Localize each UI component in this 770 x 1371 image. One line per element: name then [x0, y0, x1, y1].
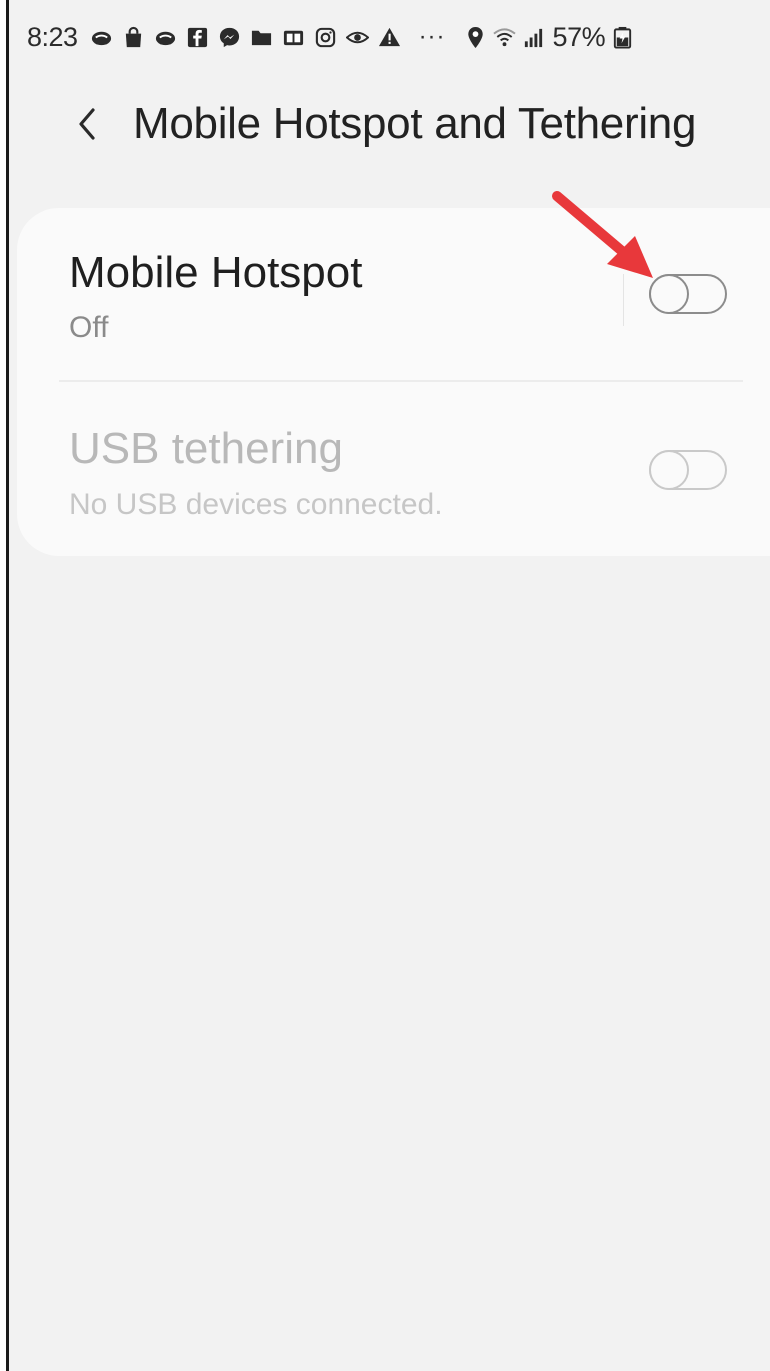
- row-separator: [623, 274, 624, 326]
- status-bar: 8:23 ··· 57%: [9, 0, 770, 74]
- toggle-knob: [649, 274, 689, 314]
- notification-icons: [90, 26, 401, 49]
- mobile-hotspot-toggle[interactable]: [649, 274, 727, 314]
- usb-tethering-status: No USB devices connected.: [69, 488, 443, 521]
- usb-tethering-toggle[interactable]: [649, 450, 727, 490]
- mobile-hotspot-status: Off: [69, 311, 109, 344]
- page-title: Mobile Hotspot and Tethering: [133, 99, 697, 148]
- chevron-left-icon: [79, 108, 95, 140]
- mobile-hotspot-title: Mobile Hotspot: [69, 248, 363, 297]
- warning-icon: [378, 26, 401, 49]
- mobile-hotspot-row[interactable]: Mobile Hotspot Off: [17, 208, 770, 380]
- video-icon: [282, 26, 305, 49]
- eye-icon: [345, 26, 369, 49]
- wifi-icon: [492, 26, 516, 49]
- folder-icon: [250, 26, 273, 49]
- facebook-icon: [186, 26, 209, 49]
- cloud-icon: [90, 26, 113, 49]
- instagram-icon: [314, 26, 337, 49]
- signal-icon: [522, 26, 545, 49]
- battery-icon: [611, 26, 634, 49]
- back-button[interactable]: [59, 96, 115, 152]
- more-notifications-indicator: ···: [418, 23, 446, 50]
- usb-tethering-title: USB tethering: [69, 424, 343, 473]
- status-time: 8:23: [27, 21, 78, 52]
- location-icon: [464, 26, 487, 49]
- header: Mobile Hotspot and Tethering: [9, 76, 770, 172]
- toggle-knob: [649, 450, 689, 490]
- battery-percent: 57%: [552, 21, 606, 52]
- system-icons: 57%: [464, 22, 635, 53]
- messenger-icon: [218, 26, 241, 49]
- phone-screen: 8:23 ··· 57% Mobile Hotspot and Tetherin…: [6, 0, 770, 1371]
- cloud-icon: [154, 26, 177, 49]
- settings-card: Mobile Hotspot Off USB tethering No USB …: [17, 208, 770, 556]
- shopping-bag-icon: [122, 26, 145, 49]
